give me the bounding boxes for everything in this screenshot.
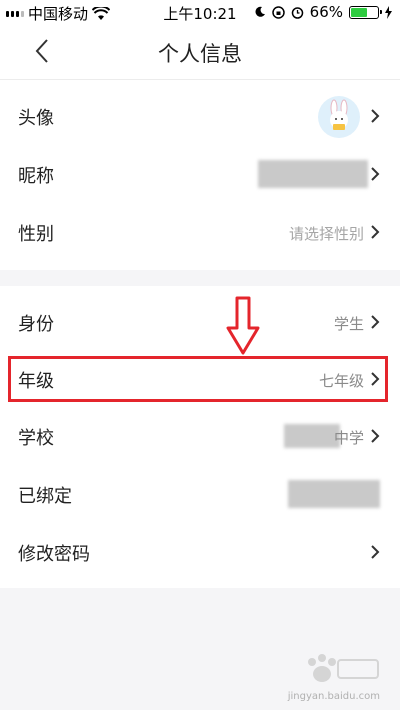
battery-icon <box>349 5 382 19</box>
chevron-right-icon <box>371 109 380 123</box>
gender-row[interactable]: 性别 请选择性别 <box>0 204 400 262</box>
baidu-paw-watermark-icon <box>308 654 379 682</box>
school-label: 学校 <box>18 428 54 449</box>
down-arrow-annotation-icon <box>226 296 260 355</box>
account-group: 身份 学生 年级 七年级 学校 中学 已绑定 修改密码 <box>0 286 400 588</box>
page-title: 个人信息 <box>158 42 242 66</box>
bound-row[interactable]: 已绑定 <box>0 466 400 524</box>
bound-label: 已绑定 <box>18 486 72 507</box>
chevron-right-icon <box>371 315 380 329</box>
profile-group: 头像 昵称 性别 请选择性别 <box>0 80 400 270</box>
nickname-label: 昵称 <box>18 166 54 187</box>
rabbit-avatar-icon <box>330 99 348 130</box>
grade-highlight-box <box>8 356 388 402</box>
chevron-right-icon <box>371 429 380 443</box>
redacted-bound-account <box>288 480 380 508</box>
status-bar: 中国移动 上午10:21 66% <box>0 0 400 26</box>
nickname-row[interactable]: 昵称 <box>0 146 400 204</box>
alarm-icon <box>291 6 303 19</box>
gender-label: 性别 <box>18 224 54 245</box>
chevron-right-icon <box>371 167 380 181</box>
watermark-url: jingyan.baidu.com <box>287 691 380 702</box>
change-password-row[interactable]: 修改密码 <box>0 524 400 582</box>
orientation-lock-icon <box>271 5 285 19</box>
battery-percent: 66% <box>309 3 343 21</box>
school-row[interactable]: 学校 中学 <box>0 408 400 466</box>
charging-bolt-icon <box>385 5 392 19</box>
identity-row[interactable]: 身份 学生 <box>0 294 400 352</box>
gender-placeholder: 请选择性别 <box>288 225 364 243</box>
identity-value: 学生 <box>333 315 364 333</box>
nav-bar: 个人信息 <box>0 26 400 80</box>
redacted-school <box>284 424 340 448</box>
chevron-right-icon <box>371 225 380 239</box>
school-suffix: 中学 <box>333 429 364 447</box>
identity-label: 身份 <box>18 314 54 335</box>
change-password-label: 修改密码 <box>18 544 90 565</box>
moon-icon <box>255 6 265 17</box>
status-right: 66% <box>254 3 392 21</box>
avatar-row[interactable]: 头像 <box>0 88 400 146</box>
avatar <box>318 96 360 138</box>
redacted-nickname <box>258 160 368 188</box>
chevron-right-icon <box>371 545 380 559</box>
avatar-label: 头像 <box>18 108 54 129</box>
